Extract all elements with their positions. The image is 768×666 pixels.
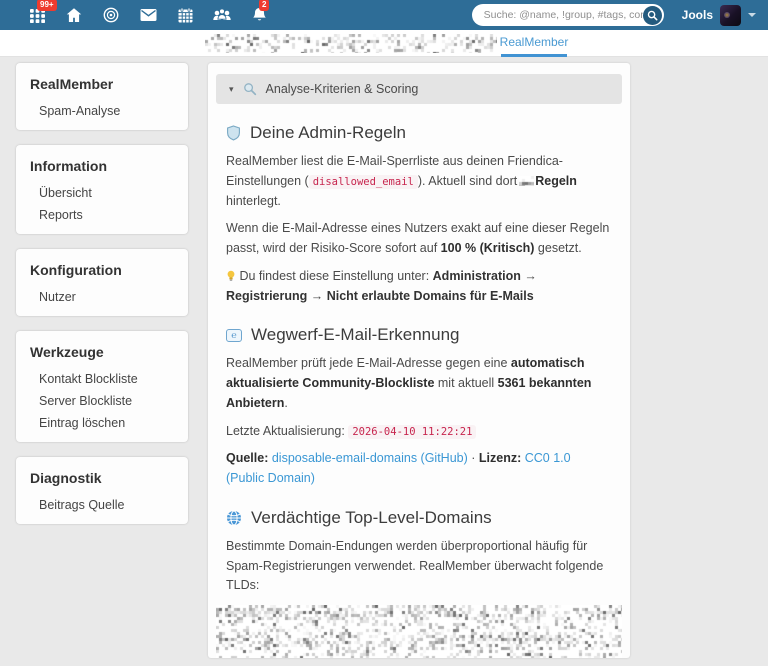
text-bold: Regeln (535, 174, 577, 188)
sidebar-item-server-blockliste[interactable]: Server Blockliste (30, 386, 174, 408)
globe-icon (226, 510, 242, 526)
messages-button[interactable] (139, 6, 157, 24)
user-menu[interactable]: Jools (682, 5, 756, 26)
notifications-button[interactable]: 2 (250, 6, 268, 24)
sidebar-panel-konfiguration: Konfiguration Nutzer (16, 249, 188, 316)
apps-badge: 99+ (37, 0, 57, 11)
panel-content: Deine Admin-Regeln RealMember liest die … (216, 123, 622, 658)
analysis-criteria-collapsible-header[interactable]: ▾ Analyse-Kriterien & Scoring (216, 74, 622, 104)
config-key-code: disallowed_email (309, 175, 418, 189)
panel-title: Analyse-Kriterien & Scoring (266, 82, 419, 96)
text: . (284, 396, 287, 410)
license-label: Lizenz: (479, 451, 521, 465)
sidebar-item-eintrag-loeschen[interactable]: Eintrag löschen (30, 408, 174, 430)
sidebar-panel-diagnostik: Diagnostik Beitrags Quelle (16, 457, 188, 524)
disposable-paragraph: RealMember prüft jede E-Mail-Adresse geg… (226, 354, 612, 413)
tld-paragraph: Bestimmte Domain-Endungen werden überpro… (226, 537, 612, 596)
network-button[interactable] (102, 6, 120, 24)
search-bar (472, 4, 664, 26)
main-panel: ▾ Analyse-Kriterien & Scoring Deine Admi… (208, 63, 630, 658)
chevron-down-icon (748, 13, 756, 17)
source-link[interactable]: disposable-email-domains (GitHub) (272, 451, 468, 465)
notifications-badge: 2 (259, 0, 269, 11)
section-suspicious-tlds: Verdächtige Top-Level-Domains (226, 508, 612, 528)
collapse-caret-icon: ▾ (229, 84, 234, 95)
mail-icon (140, 8, 157, 22)
search-input[interactable] (484, 9, 643, 21)
source-license-line: Quelle: disposable-email-domains (GitHub… (226, 449, 612, 489)
section-title: Verdächtige Top-Level-Domains (251, 508, 492, 528)
sidebar-item-nutzer[interactable]: Nutzer (30, 282, 174, 304)
sidebar-item-beitrags-quelle[interactable]: Beitrags Quelle (30, 490, 174, 512)
section-admin-rules: Deine Admin-Regeln (226, 123, 612, 143)
search-button[interactable] (643, 6, 662, 25)
calendar-icon (178, 8, 193, 23)
text-bold: Registrierung (226, 289, 307, 303)
last-update-timestamp: 2026-04-10 11:22:21 (348, 425, 476, 439)
sidebar-item-spam-analyse[interactable]: Spam-Analyse (30, 96, 174, 118)
source-label: Quelle: (226, 451, 268, 465)
redacted-tabs (205, 34, 497, 53)
network-target-icon (103, 7, 119, 23)
tab-realmember[interactable]: RealMember (501, 30, 567, 57)
user-name: Jools (682, 8, 713, 22)
text-bold: 100 % (Kritisch) (441, 241, 535, 255)
settings-tabbar: RealMember (0, 30, 768, 57)
text: hinterlegt. (226, 194, 281, 208)
search-icon (647, 10, 658, 21)
email-icon: ℮ (226, 329, 242, 342)
home-icon (66, 7, 82, 23)
last-update-label: Letzte Aktualisierung: (226, 424, 345, 438)
sidebar-item-reports[interactable]: Reports (30, 200, 174, 222)
sidebar-panel-realmember: RealMember Spam-Analyse (16, 63, 188, 130)
text: ). Aktuell sind dort (418, 174, 517, 188)
admin-rules-paragraph-2: Wenn die E-Mail-Adresse eines Nutzers ex… (226, 219, 612, 259)
text-bold: Nicht erlaubte Domains für E-Mails (327, 289, 534, 303)
home-button[interactable] (65, 6, 83, 24)
text: mit aktuell (434, 376, 497, 390)
redacted-rule-count (519, 176, 534, 186)
top-navbar: 99+ 2 Suche: @name, !group, #tags, conte… (0, 0, 768, 30)
text: Du findest diese Einstellung unter: (239, 269, 432, 283)
text: · (468, 451, 479, 465)
section-disposable-email: ℮ Wegwerf-E-Mail-Erkennung (226, 325, 612, 345)
text: gesetzt. (534, 241, 581, 255)
user-group-icon (213, 8, 231, 22)
section-title: Deine Admin-Regeln (250, 123, 406, 143)
lightbulb-icon (226, 270, 236, 282)
magnifier-icon (243, 82, 257, 96)
apps-menu-button[interactable]: 99+ (28, 6, 46, 24)
sidebar: RealMember Spam-Analyse Information Über… (16, 63, 188, 524)
sidebar-panel-title: Konfiguration (30, 262, 174, 278)
text: RealMember prüft jede E-Mail-Adresse geg… (226, 356, 511, 370)
calendar-button[interactable] (176, 6, 194, 24)
redacted-tld-list (216, 605, 622, 658)
user-avatar (720, 5, 741, 26)
groups-button[interactable] (213, 6, 231, 24)
text: → (521, 269, 537, 283)
section-title: Wegwerf-E-Mail-Erkennung (251, 325, 459, 345)
last-update-line: Letzte Aktualisierung: 2026-04-10 11:22:… (226, 422, 612, 442)
sidebar-item-uebersicht[interactable]: Übersicht (30, 178, 174, 200)
sidebar-panel-title: Diagnostik (30, 470, 174, 486)
navbar-icon-group: 99+ 2 (28, 6, 268, 24)
text: → (307, 289, 326, 303)
sidebar-panel-title: RealMember (30, 76, 174, 92)
sidebar-panel-werkzeuge: Werkzeuge Kontakt Blockliste Server Bloc… (16, 331, 188, 442)
admin-rules-tip: Du findest diese Einstellung unter: Admi… (226, 267, 612, 307)
shield-icon (226, 125, 241, 141)
sidebar-panel-title: Information (30, 158, 174, 174)
navbar-right: Jools (472, 4, 756, 26)
admin-rules-paragraph-1: RealMember liest die E-Mail-Sperrliste a… (226, 152, 612, 211)
sidebar-panel-information: Information Übersicht Reports (16, 145, 188, 234)
sidebar-panel-title: Werkzeuge (30, 344, 174, 360)
text-bold: Administration (433, 269, 521, 283)
sidebar-item-kontakt-blockliste[interactable]: Kontakt Blockliste (30, 364, 174, 386)
